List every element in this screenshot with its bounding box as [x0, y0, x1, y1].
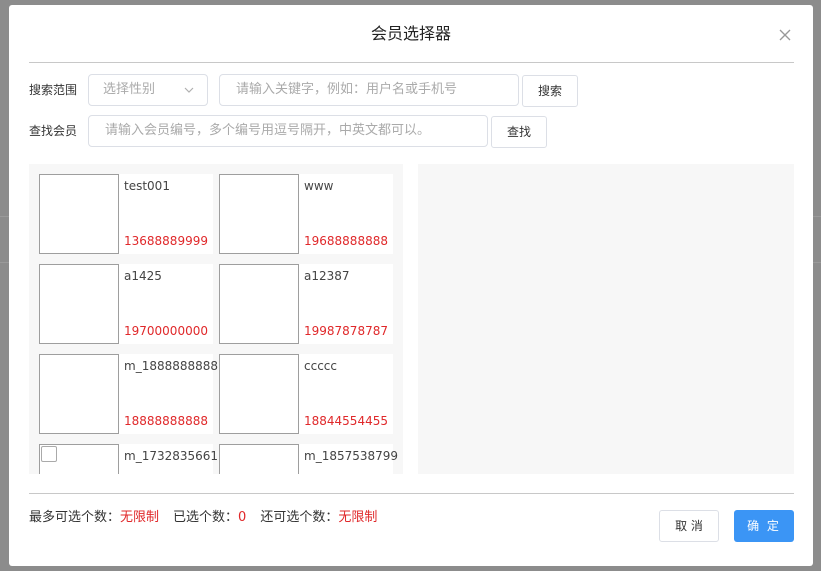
- member-list-panel[interactable]: test001 13688889999 www 19688888888 a142…: [29, 164, 403, 474]
- member-selector-dialog: 会员选择器 搜索范围 选择性别 请输入关键字，例如：用户名或手机号 搜索 查找会…: [9, 5, 813, 566]
- avatar: [219, 354, 299, 434]
- selected-count-value: 0: [238, 510, 247, 525]
- avatar: [39, 354, 119, 434]
- selection-stats: 最多可选个数：无限制 已选个数：0 还可选个数：无限制: [29, 509, 377, 527]
- remaining-count-value: 无限制: [338, 510, 378, 525]
- gender-select[interactable]: 选择性别: [88, 74, 208, 106]
- member-card[interactable]: m_1888888888 18888888888: [39, 354, 218, 434]
- max-count-value: 无限制: [120, 510, 160, 525]
- member-phone: 18844554455: [304, 414, 388, 428]
- header-divider: [29, 62, 794, 63]
- avatar: [39, 264, 119, 344]
- avatar: [39, 174, 119, 254]
- member-card[interactable]: www 19688888888: [219, 174, 393, 254]
- close-button[interactable]: [775, 25, 795, 45]
- max-count-label: 最多可选个数：: [29, 510, 121, 525]
- member-card[interactable]: test001 13688889999: [39, 174, 213, 254]
- member-name: test001: [124, 179, 170, 193]
- footer-divider: [29, 493, 794, 494]
- member-name: m_1888888888: [124, 359, 219, 373]
- member-id-placeholder: 请输入会员编号，多个编号用逗号隔开，中英文都可以。: [105, 123, 431, 138]
- member-phone: 18888888888: [124, 414, 208, 428]
- gender-select-placeholder: 选择性别: [103, 82, 156, 97]
- cancel-button[interactable]: 取 消: [659, 510, 719, 542]
- member-card[interactable]: a1425 19700000000: [39, 264, 213, 344]
- member-name: m_1857538799: [304, 449, 399, 463]
- dialog-title: 会员选择器: [370, 24, 451, 43]
- remaining-count-label: 还可选个数：: [260, 510, 339, 525]
- avatar: [219, 264, 299, 344]
- member-card[interactable]: a12387 19987878787: [219, 264, 393, 344]
- close-icon: [779, 29, 791, 41]
- member-card[interactable]: ccccc 18844554455: [219, 354, 393, 434]
- find-button[interactable]: 查找: [491, 116, 547, 148]
- member-name: a12387: [304, 269, 350, 283]
- member-phone: 13688889999: [124, 234, 208, 248]
- avatar: [219, 174, 299, 254]
- search-button[interactable]: 搜索: [522, 75, 578, 107]
- member-phone: 19700000000: [124, 324, 208, 338]
- member-card[interactable]: m_1857538799: [219, 444, 398, 474]
- keyword-search-input[interactable]: 请输入关键字，例如：用户名或手机号: [219, 74, 519, 106]
- chevron-down-icon: [184, 87, 194, 93]
- avatar: [219, 444, 299, 474]
- selected-members-panel: [418, 164, 794, 474]
- member-card[interactable]: m_1732835661: [39, 444, 218, 474]
- find-member-label: 查找会员: [29, 124, 78, 138]
- member-phone: 19987878787: [304, 324, 388, 338]
- member-phone: 19688888888: [304, 234, 388, 248]
- member-name: www: [304, 179, 334, 193]
- member-name: a1425: [124, 269, 162, 283]
- confirm-button[interactable]: 确 定: [734, 510, 794, 542]
- avatar: [39, 444, 119, 474]
- member-name: m_1732835661: [124, 449, 219, 463]
- member-name: ccccc: [304, 359, 337, 373]
- member-checkbox[interactable]: [41, 446, 57, 462]
- keyword-search-placeholder: 请输入关键字，例如：用户名或手机号: [236, 82, 458, 97]
- selected-count-label: 已选个数：: [173, 510, 239, 525]
- member-id-input[interactable]: 请输入会员编号，多个编号用逗号隔开，中英文都可以。: [88, 115, 488, 147]
- search-range-label: 搜索范围: [29, 83, 78, 97]
